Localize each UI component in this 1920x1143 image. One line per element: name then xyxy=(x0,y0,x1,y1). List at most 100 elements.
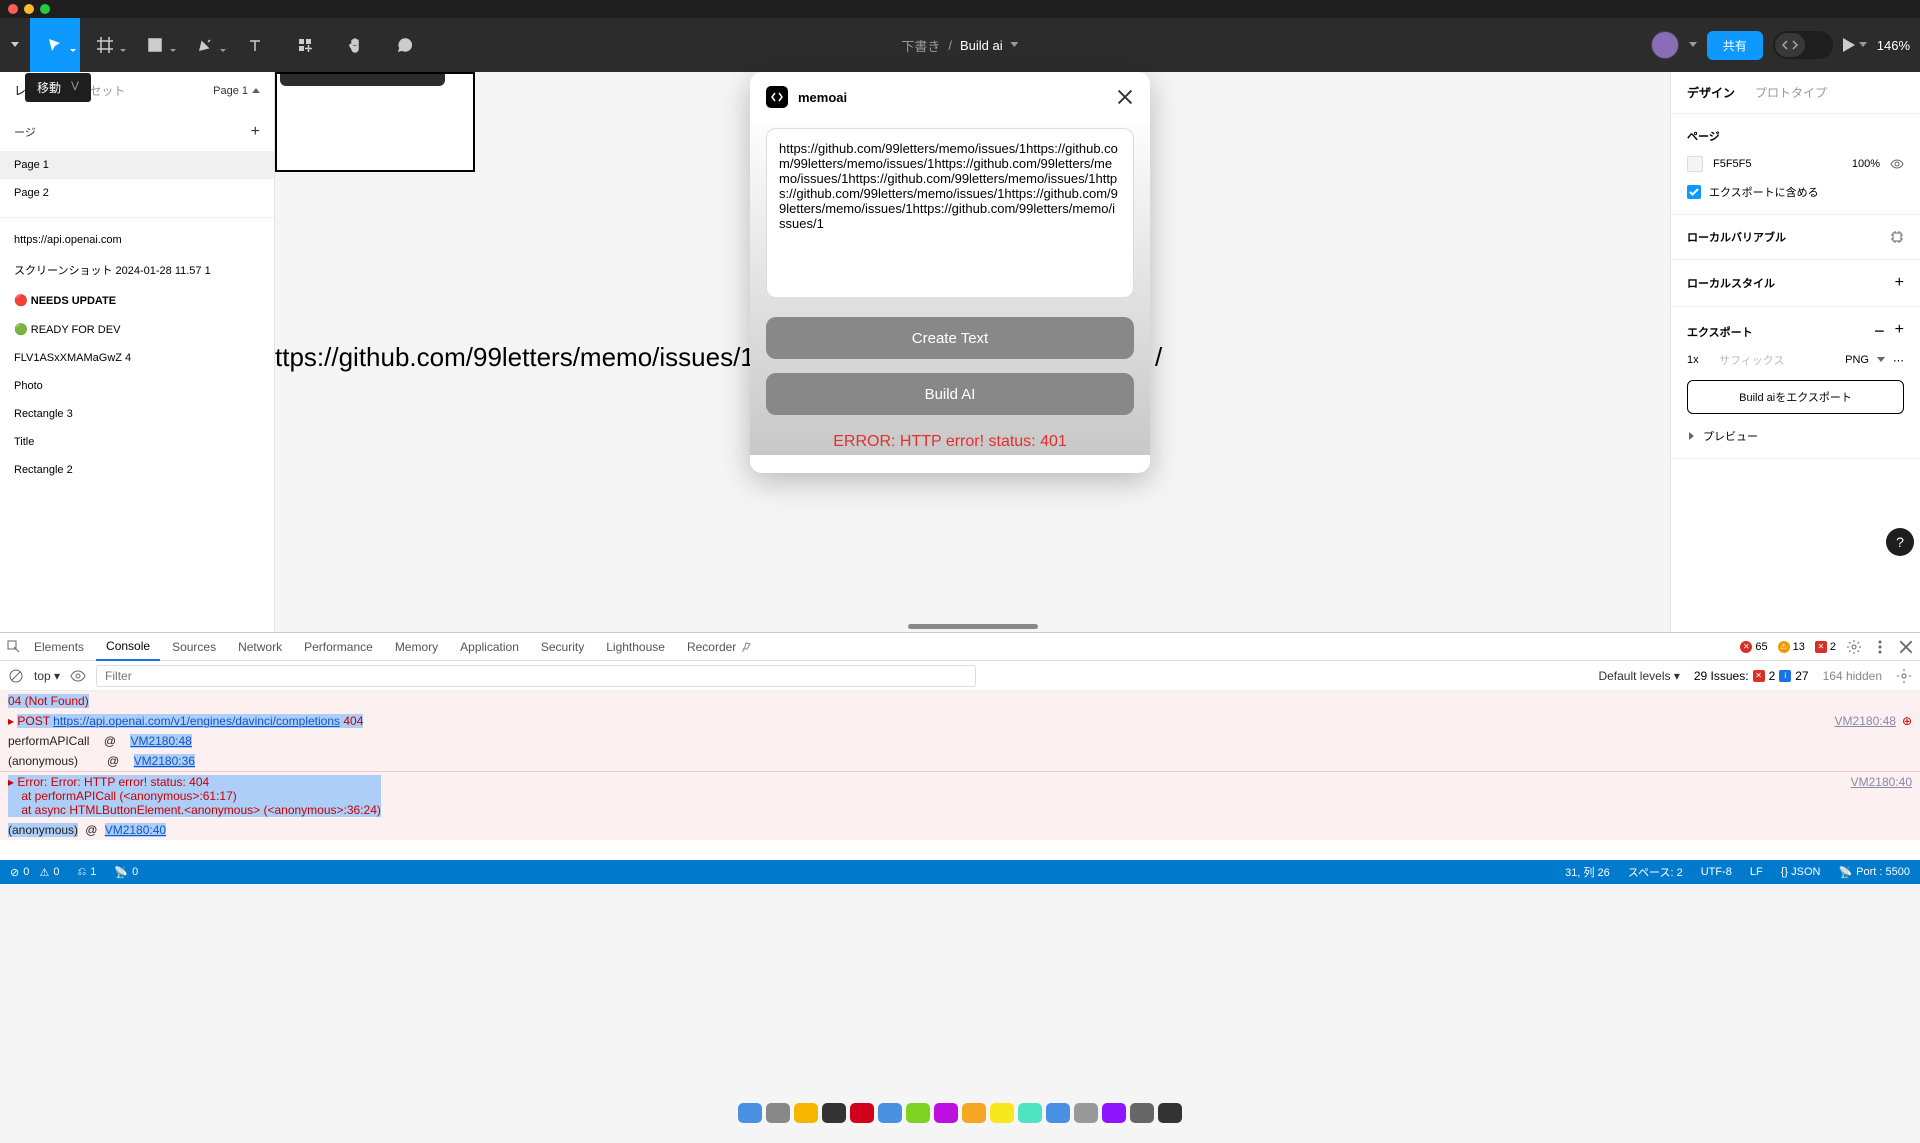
add-page-button[interactable]: + xyxy=(251,123,260,141)
dock-app[interactable] xyxy=(766,1103,790,1123)
zoom-level[interactable]: 146% xyxy=(1877,38,1910,53)
menu-button[interactable] xyxy=(0,18,30,72)
layer-item[interactable]: 🟢 READY FOR DEV xyxy=(0,315,274,344)
dock-app[interactable] xyxy=(738,1103,762,1123)
status-eol[interactable]: LF xyxy=(1750,864,1763,880)
bg-color-value[interactable]: F5F5F5 xyxy=(1713,158,1752,170)
status-cursor[interactable]: 31, 列 26 xyxy=(1565,864,1610,880)
console-line[interactable]: 04 (Not Found) xyxy=(8,694,89,708)
close-icon[interactable] xyxy=(1116,88,1134,106)
hand-tool[interactable] xyxy=(330,18,380,72)
layer-item[interactable]: Rectangle 3 xyxy=(0,400,274,428)
canvas-text-2[interactable]: / xyxy=(1155,342,1162,373)
close-window[interactable] xyxy=(8,4,18,14)
present-button[interactable] xyxy=(1843,38,1867,52)
add-export-button[interactable]: + xyxy=(1895,321,1904,342)
comment-tool[interactable] xyxy=(380,18,430,72)
dt-tab-sources[interactable]: Sources xyxy=(162,634,226,660)
error-count-badge[interactable]: ✕65 xyxy=(1740,641,1767,653)
export-format[interactable]: PNG xyxy=(1845,354,1869,366)
maximize-window[interactable] xyxy=(40,4,50,14)
source-link[interactable]: VM2180:40 xyxy=(1851,775,1912,817)
eye-icon[interactable] xyxy=(70,668,86,684)
dt-tab-security[interactable]: Security xyxy=(531,634,594,660)
dock-app[interactable] xyxy=(1158,1103,1182,1123)
dock-app[interactable] xyxy=(990,1103,1014,1123)
console-line[interactable]: ▸ Error: Error: HTTP error! status: 404 … xyxy=(0,771,1920,820)
create-text-button[interactable]: Create Text xyxy=(766,317,1134,359)
warning-count-badge[interactable]: ⚠13 xyxy=(1778,641,1805,653)
design-tab[interactable]: デザイン xyxy=(1687,84,1735,101)
status-encoding[interactable]: UTF-8 xyxy=(1701,864,1732,880)
close-icon[interactable] xyxy=(1898,639,1914,655)
preview-toggle[interactable]: プレビュー xyxy=(1687,428,1904,444)
dt-tab-lighthouse[interactable]: Lighthouse xyxy=(596,634,675,660)
help-button[interactable]: ? xyxy=(1886,528,1914,556)
dock-app[interactable] xyxy=(850,1103,874,1123)
console-line[interactable]: (anonymous) @ VM2180:36 xyxy=(0,751,1920,771)
issues-badge[interactable]: 29 Issues: ✕2 i27 xyxy=(1694,669,1809,683)
dock-app[interactable] xyxy=(822,1103,846,1123)
status-port[interactable]: 📡 Port : 5500 xyxy=(1838,864,1910,880)
dt-tab-network[interactable]: Network xyxy=(228,634,292,660)
avatar[interactable] xyxy=(1651,31,1679,59)
build-ai-button[interactable]: Build AI xyxy=(766,373,1134,415)
status-lang[interactable]: {} JSON xyxy=(1781,864,1821,880)
layer-item[interactable]: 🔴 NEEDS UPDATE xyxy=(0,286,274,315)
export-button[interactable]: Build aiをエクスポート xyxy=(1687,380,1904,414)
page-item-2[interactable]: Page 2 xyxy=(0,179,274,207)
export-scale-input[interactable] xyxy=(1687,354,1711,366)
prototype-tab[interactable]: プロトタイプ xyxy=(1755,84,1827,101)
export-include-checkbox[interactable] xyxy=(1687,185,1701,199)
console-line[interactable]: performAPICall @ VM2180:48 xyxy=(0,731,1920,751)
plugin-textarea[interactable]: https://github.com/99letters/memo/issues… xyxy=(766,128,1134,298)
dt-tab-memory[interactable]: Memory xyxy=(385,634,448,660)
dt-tab-elements[interactable]: Elements xyxy=(24,634,94,660)
dock-app[interactable] xyxy=(1046,1103,1070,1123)
more-icon[interactable] xyxy=(1872,639,1888,655)
layer-item[interactable]: FLV1ASxXMAMaGwZ 4 xyxy=(0,344,274,372)
dock-app[interactable] xyxy=(962,1103,986,1123)
dock-app[interactable] xyxy=(794,1103,818,1123)
move-tool[interactable] xyxy=(30,18,80,72)
pen-tool[interactable] xyxy=(180,18,230,72)
chevron-down-icon[interactable] xyxy=(1011,42,1019,48)
clear-console-icon[interactable] xyxy=(8,668,24,684)
status-spaces[interactable]: スペース: 2 xyxy=(1628,864,1683,880)
status-errors[interactable]: ⊘ 0 ⚠ 0 xyxy=(10,866,59,879)
canvas-resize-handle[interactable] xyxy=(908,624,1038,629)
dt-tab-console[interactable]: Console xyxy=(96,633,160,661)
hidden-count[interactable]: 164 hidden xyxy=(1823,669,1882,683)
layer-item[interactable]: https://api.openai.com xyxy=(0,226,274,254)
page-item-1[interactable]: Page 1 xyxy=(0,151,274,179)
bg-opacity[interactable]: 100% xyxy=(1852,158,1880,170)
console-line[interactable]: ▸ POST https://api.openai.com/v1/engines… xyxy=(0,711,1920,731)
dt-tab-performance[interactable]: Performance xyxy=(294,634,383,660)
dock-app[interactable] xyxy=(934,1103,958,1123)
remove-export-button[interactable]: − xyxy=(1874,321,1885,342)
text-tool[interactable] xyxy=(230,18,280,72)
info-count-badge[interactable]: ✕2 xyxy=(1815,641,1836,653)
dock-app[interactable] xyxy=(1130,1103,1154,1123)
draft-label[interactable]: 下書き xyxy=(901,36,940,55)
minimize-window[interactable] xyxy=(24,4,34,14)
settings-icon[interactable] xyxy=(1890,230,1904,244)
dock-app[interactable] xyxy=(1102,1103,1126,1123)
dock-app[interactable] xyxy=(906,1103,930,1123)
status-radio[interactable]: 📡 0 xyxy=(114,866,138,879)
inspect-icon[interactable] xyxy=(6,639,22,655)
resources-tool[interactable] xyxy=(280,18,330,72)
console-line[interactable]: (anonymous) @ VM2180:40 xyxy=(0,820,1920,840)
dock-app[interactable] xyxy=(878,1103,902,1123)
avatar-chevron-icon[interactable] xyxy=(1689,42,1697,48)
layer-item[interactable]: Title xyxy=(0,428,274,456)
layer-item[interactable]: Rectangle 2 xyxy=(0,456,274,484)
page-selector[interactable]: Page 1 xyxy=(213,85,260,97)
dev-mode-toggle[interactable] xyxy=(1773,31,1833,59)
frame-tool[interactable] xyxy=(80,18,130,72)
add-style-button[interactable]: + xyxy=(1895,274,1904,292)
dock-app[interactable] xyxy=(1018,1103,1042,1123)
share-button[interactable]: 共有 xyxy=(1707,31,1763,60)
bg-color-swatch[interactable] xyxy=(1687,156,1703,172)
status-git[interactable]: ⎌ 1 xyxy=(77,866,96,879)
